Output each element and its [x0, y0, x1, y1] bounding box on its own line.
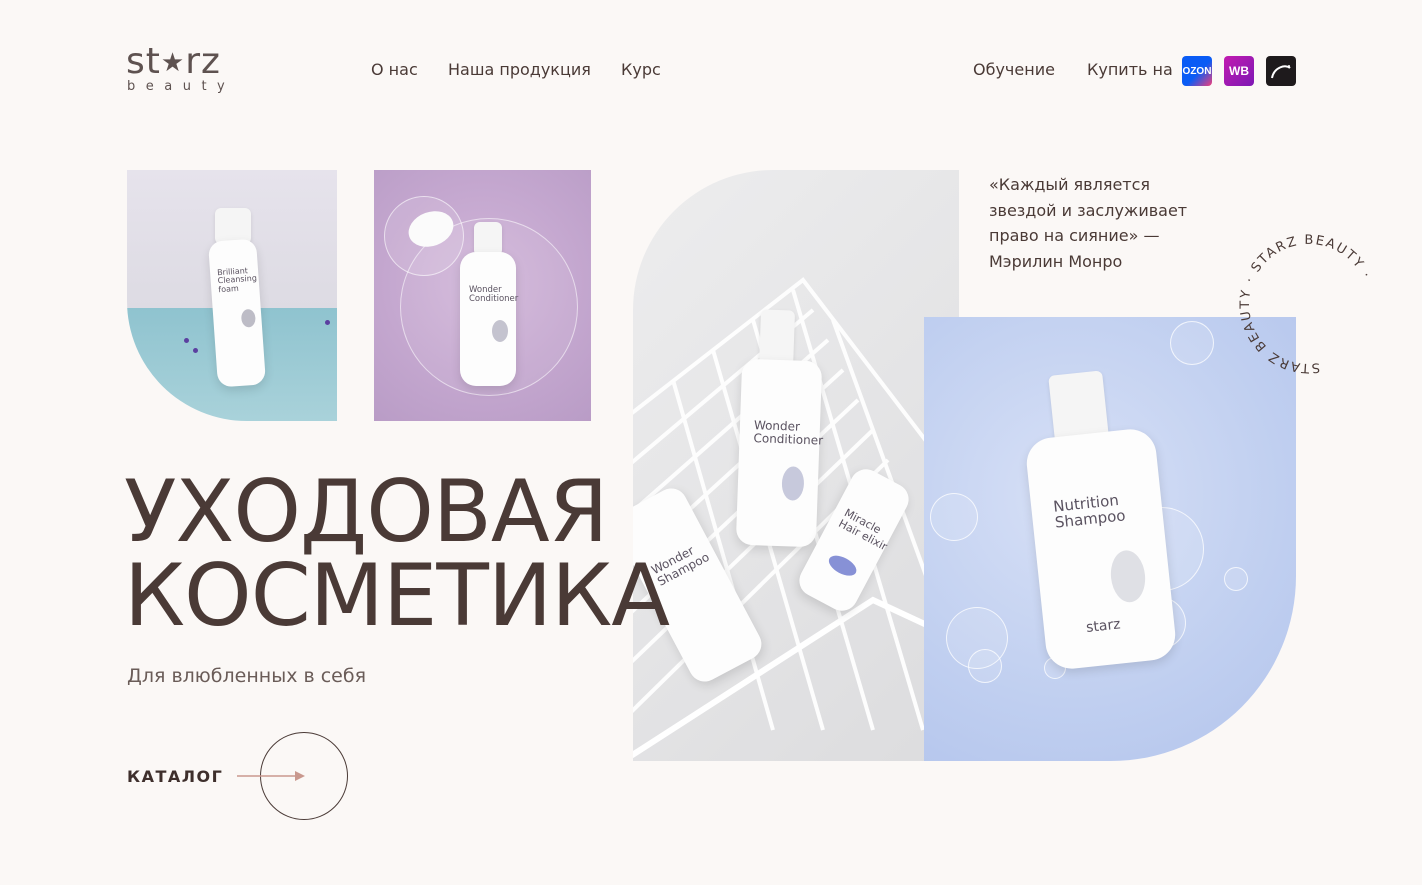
product-photo-conditioner: Wonder Conditioner	[374, 170, 591, 421]
nutrition-brand: starz	[1085, 616, 1122, 636]
catalog-label: КАТАЛОГ	[127, 766, 224, 786]
nutrition-shampoo-bottle: Nutrition Shampoo starz	[1024, 426, 1178, 672]
star-icon: ★	[160, 48, 186, 78]
bubble	[1224, 567, 1248, 591]
basket-conditioner-bottle: Wonder Conditioner	[735, 358, 824, 548]
foam-swatch	[240, 308, 257, 328]
badge-text: STARZ BEAUTY · STARZ BEAUTY ·	[1229, 224, 1389, 384]
flower-petal	[325, 320, 330, 325]
product-photo-basket: Wonder Conditioner Wonder Shampoo Miracl…	[633, 170, 959, 761]
logo-st: st	[126, 41, 161, 82]
arch-logo-icon	[1271, 65, 1291, 79]
logo-wordmark: st★rz	[126, 44, 238, 81]
product-photo-foam: Brilliant Cleansing foam	[127, 170, 337, 421]
basket-conditioner-label: Wonder Conditioner	[753, 418, 824, 448]
arrow-right-icon	[237, 771, 305, 781]
foam-line3: foam	[218, 283, 239, 295]
golden-apple-icon[interactable]	[1266, 56, 1296, 86]
ns-line2: Shampoo	[1054, 506, 1127, 532]
logo-subtitle: beauty	[127, 79, 236, 94]
pump-cap	[215, 208, 251, 244]
bc-line2: Conditioner	[753, 430, 824, 448]
wb-label: WB	[1229, 64, 1249, 78]
brand-logo[interactable]: st★rz beauty	[126, 44, 238, 96]
bubble	[1170, 321, 1214, 365]
nav-training[interactable]: Обучение	[973, 60, 1055, 79]
quote-text: «Каждый является звездой и заслуживает п…	[989, 175, 1188, 271]
landing-page: st★rz beauty О нас Наша продукция Курс О…	[0, 0, 1422, 885]
ozon-icon[interactable]: OZON	[1182, 56, 1212, 86]
flower-petal	[184, 338, 189, 343]
nav-course[interactable]: Курс	[621, 60, 661, 79]
flower-petal	[193, 348, 198, 353]
conditioner-label: Wonder Conditioner	[469, 286, 518, 304]
logo-rz: rz	[185, 41, 221, 82]
bubble	[968, 649, 1002, 683]
cond-line2: Conditioner	[469, 293, 519, 304]
shampoo-swatch	[1108, 548, 1148, 604]
hero-title: УХОДОВАЯ КОСМЕТИКА	[124, 462, 670, 646]
nutrition-label: Nutrition Shampoo	[1052, 491, 1127, 532]
badge-textpath: STARZ BEAUTY · STARZ BEAUTY ·	[1229, 224, 1389, 384]
bubble	[930, 493, 978, 541]
conditioner-bottle: Wonder Conditioner	[460, 252, 518, 386]
buy-on-label: Купить на	[1087, 60, 1173, 79]
hero-title-line2: КОСМЕТИКА	[124, 546, 670, 646]
basket-elixir-label: Miracle Hair elixir	[837, 506, 895, 553]
rotating-brand-badge: STARZ BEAUTY · STARZ BEAUTY ·	[1229, 224, 1389, 384]
nav-products[interactable]: Наша продукция	[448, 60, 591, 79]
conditioner-swatch	[781, 466, 805, 501]
conditioner-swatch	[492, 320, 508, 342]
wildberries-icon[interactable]: WB	[1224, 56, 1254, 86]
ozon-label: OZON	[1182, 65, 1212, 77]
elixir-swatch	[825, 551, 860, 580]
nav-about[interactable]: О нас	[371, 60, 418, 79]
hero-subtitle: Для влюбленных в себя	[127, 665, 366, 687]
foam-bottle: Brilliant Cleansing foam	[207, 238, 267, 388]
foam-label: Brilliant Cleansing foam	[217, 266, 258, 295]
bottle-cap	[474, 222, 502, 256]
hero-title-line1: УХОДОВАЯ	[124, 462, 608, 562]
catalog-button[interactable]: КАТАЛОГ	[127, 732, 357, 820]
